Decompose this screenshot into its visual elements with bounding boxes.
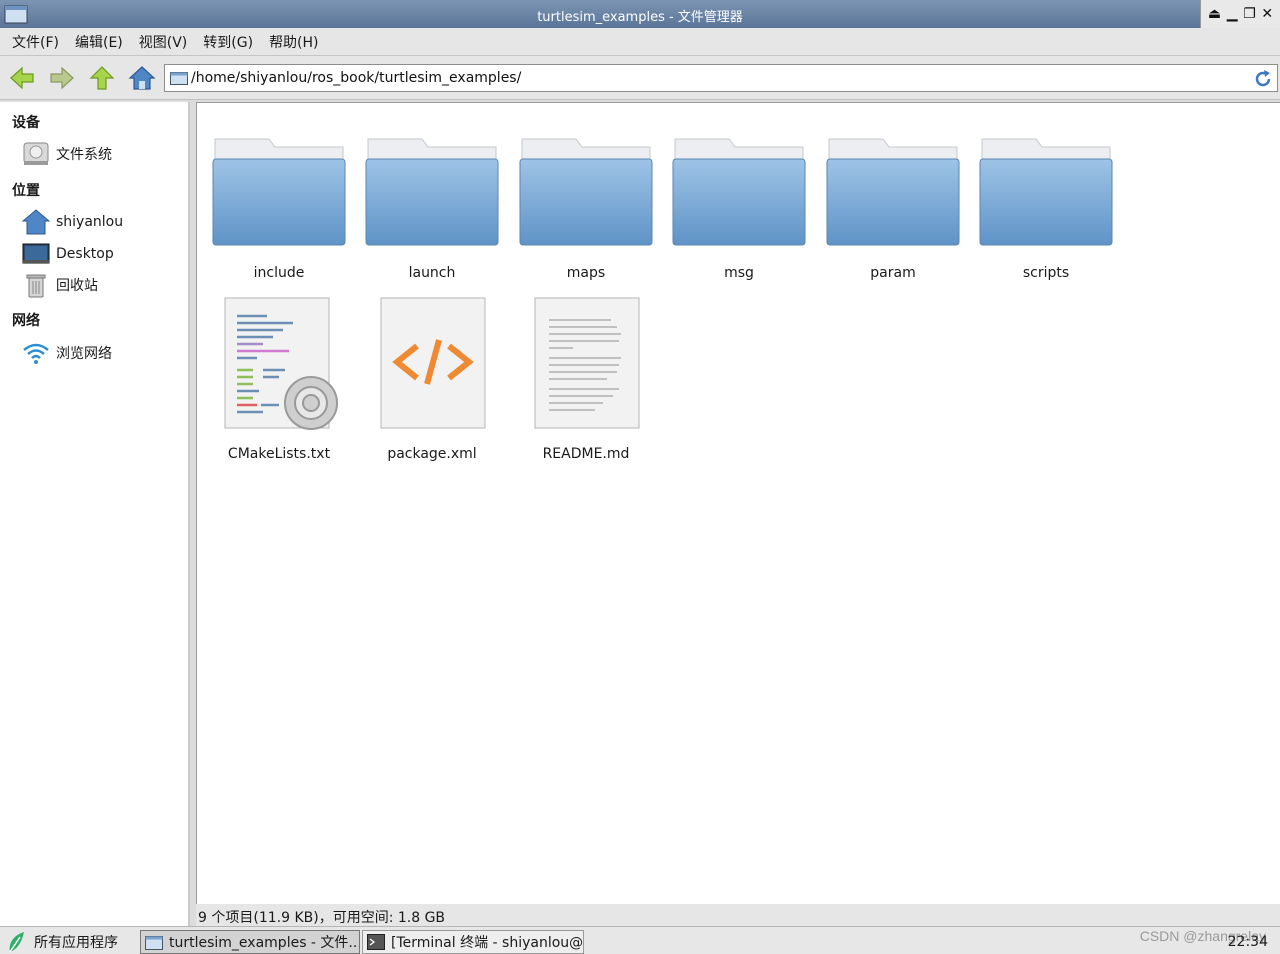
window-title: turtlesim_examples - 文件管理器	[537, 10, 743, 25]
file-label: CMakeLists.txt	[227, 446, 331, 462]
sidebar-item-home[interactable]: shiyanlou	[22, 208, 182, 236]
sidebar-item-desktop[interactable]: Desktop	[22, 240, 182, 268]
file-label: scripts	[1022, 265, 1070, 281]
menu-file[interactable]: 文件(F)	[12, 32, 59, 52]
file-label: launch	[408, 265, 456, 281]
sidebar-item-label: 浏览网络	[56, 346, 112, 362]
file-cmakelists[interactable]: CMakeLists.txt	[209, 296, 349, 466]
up-arrow-icon[interactable]	[88, 64, 116, 92]
home-icon[interactable]	[128, 64, 156, 92]
folder-param[interactable]: param	[823, 135, 963, 285]
file-label: msg	[724, 265, 754, 281]
menu-bar: 文件(F) 编辑(E) 视图(V) 转到(G) 帮助(H)	[0, 28, 1280, 56]
file-label: include	[253, 265, 305, 281]
text-file-icon	[534, 297, 640, 429]
folder-icon	[826, 138, 960, 246]
reload-icon[interactable]	[1253, 69, 1273, 89]
sidebar-item-label: Desktop	[56, 246, 114, 262]
app-menu-button[interactable]: 所有应用程序	[6, 931, 118, 953]
folder-maps[interactable]: maps	[516, 135, 656, 285]
menu-help[interactable]: 帮助(H)	[269, 32, 318, 52]
file-label: maps	[566, 265, 606, 281]
folder-scripts[interactable]: scripts	[976, 135, 1116, 285]
folder-icon	[979, 138, 1113, 246]
forward-arrow-icon[interactable]	[48, 64, 76, 92]
task-file-manager[interactable]: turtlesim_examples - 文件...	[140, 930, 360, 954]
file-readme[interactable]: README.md	[516, 296, 656, 466]
window-controls: ⏏ ▁ ❐ ✕	[1200, 0, 1280, 28]
menu-edit[interactable]: 编辑(E)	[75, 32, 123, 52]
sidebar-item-label: 回收站	[56, 278, 98, 294]
file-label: param	[870, 265, 916, 281]
sidebar-header-devices: 设备	[12, 115, 40, 131]
file-view[interactable]: include launch maps msg param scripts CM…	[196, 102, 1280, 904]
window-titlebar[interactable]: turtlesim_examples - 文件管理器 ⏏ ▁ ❐ ✕	[0, 0, 1280, 28]
status-bar: 9 个项目(11.9 KB)，可用空间: 1.8 GB	[196, 904, 1280, 926]
folder-icon	[170, 72, 188, 85]
app-menu-label: 所有应用程序	[34, 935, 118, 951]
close-button[interactable]: ✕	[1261, 7, 1273, 21]
folder-icon	[672, 138, 806, 246]
file-package-xml[interactable]: package.xml	[362, 296, 502, 466]
back-arrow-icon[interactable]	[8, 64, 36, 92]
terminal-icon	[367, 934, 385, 950]
sidebar-header-network: 网络	[12, 313, 40, 329]
minimize-button[interactable]: ▁	[1227, 7, 1238, 21]
eject-icon[interactable]: ⏏	[1208, 7, 1221, 21]
menu-go[interactable]: 转到(G)	[203, 32, 253, 52]
folder-msg[interactable]: msg	[669, 135, 809, 285]
sidebar-item-label: 文件系统	[56, 147, 112, 163]
sidebar-item-browse-network[interactable]: 浏览网络	[22, 339, 182, 367]
task-label: turtlesim_examples - 文件...	[169, 935, 360, 951]
address-bar[interactable]	[164, 64, 1278, 92]
folder-icon	[519, 138, 653, 246]
sidebar-item-filesystem[interactable]: 文件系统	[22, 140, 182, 168]
drive-icon	[23, 142, 49, 165]
task-label: [Terminal 终端 - shiyanlou@···	[391, 935, 584, 951]
folder-include[interactable]: include	[209, 135, 349, 285]
cmake-file-icon	[224, 297, 338, 430]
wifi-icon	[23, 343, 49, 364]
task-terminal[interactable]: [Terminal 终端 - shiyanlou@···	[362, 930, 584, 954]
taskbar: 所有应用程序 turtlesim_examples - 文件... [Termi…	[0, 926, 1280, 954]
home-icon	[22, 209, 50, 235]
sidebar: 设备 文件系统 位置 shiyanlou Desktop 回收站 网络 浏览网络	[0, 102, 190, 926]
toolbar	[0, 56, 1280, 100]
xml-file-icon	[380, 297, 486, 429]
trash-icon	[26, 274, 46, 298]
folder-icon	[212, 138, 346, 246]
desktop-icon	[22, 243, 50, 264]
file-label: README.md	[542, 446, 630, 462]
file-label: package.xml	[387, 446, 477, 462]
folder-launch[interactable]: launch	[362, 135, 502, 285]
folder-icon	[365, 138, 499, 246]
leaf-icon	[9, 932, 24, 953]
path-input[interactable]	[191, 68, 1241, 88]
status-text: 9 个项目(11.9 KB)，可用空间: 1.8 GB	[198, 910, 446, 926]
restore-button[interactable]: ❐	[1243, 7, 1256, 21]
folder-icon	[145, 936, 163, 950]
clock: 22:34	[1227, 934, 1268, 950]
sidebar-header-places: 位置	[12, 183, 40, 199]
menu-view[interactable]: 视图(V)	[139, 32, 188, 52]
sidebar-item-label: shiyanlou	[56, 214, 124, 230]
sidebar-item-trash[interactable]: 回收站	[22, 271, 182, 299]
